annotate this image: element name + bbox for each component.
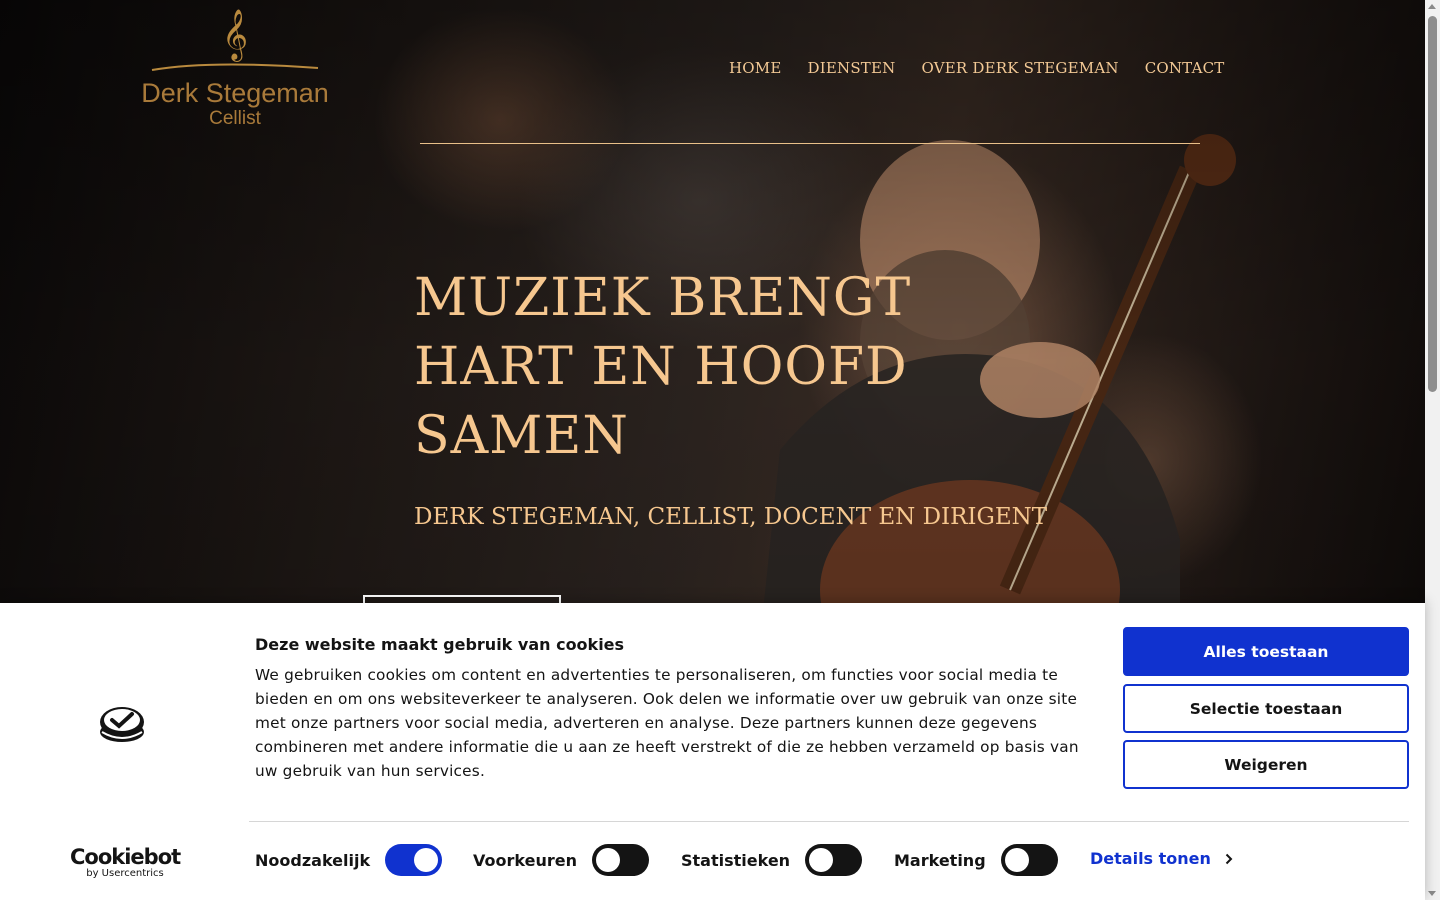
deny-button[interactable]: Weigeren: [1123, 740, 1409, 789]
switch-knob: [414, 848, 439, 872]
switch-knob: [809, 848, 834, 872]
toggle-label-marketing: Marketing: [894, 850, 986, 870]
cookie-title: Deze website maakt gebruik van cookies: [255, 635, 625, 654]
voorkeuren-switch[interactable]: [591, 844, 649, 876]
cookiebot-brand-name: Cookiebot: [70, 845, 181, 869]
logo-swoosh: [151, 63, 319, 71]
cookie-description: We gebruiken cookies om content en adver…: [255, 666, 1079, 780]
details-link[interactable]: Details tonen: [1090, 849, 1233, 868]
nav-contact[interactable]: CONTACT: [1132, 58, 1238, 78]
nav-home[interactable]: HOME: [716, 58, 795, 78]
cookiebot-logo-icon: [100, 707, 144, 742]
toggle-statistieken: Statistieken: [681, 844, 863, 876]
details-link-label: Details tonen: [1090, 849, 1211, 868]
cookie-consent-banner: Deze website maakt gebruik van cookies W…: [0, 603, 1425, 900]
nav-divider: [420, 143, 1200, 144]
toggle-voorkeuren: Voorkeuren: [473, 844, 649, 876]
hero-subheadline: DERK STEGEMAN, CELLIST, DOCENT EN DIRIGE…: [414, 504, 1048, 530]
allow-selection-button[interactable]: Selectie toestaan: [1123, 684, 1409, 733]
scroll-up-arrow-icon[interactable]: [1428, 4, 1436, 9]
logo-name: Derk Stegeman: [141, 78, 329, 108]
cookiebot-brand[interactable]: Cookiebot by Usercentrics: [70, 845, 181, 880]
nav-over-derk-stegeman[interactable]: OVER DERK STEGEMAN: [908, 58, 1131, 78]
hero-headline: MUZIEK BRENGT HART EN HOOFD SAMEN: [414, 268, 912, 466]
toggle-label-noodzakelijk: Noodzakelijk: [255, 850, 371, 870]
scrollbar-thumb[interactable]: [1428, 16, 1437, 392]
toggle-noodzakelijk: Noodzakelijk: [255, 844, 443, 876]
cookie-divider: [249, 821, 1409, 822]
switch-knob: [595, 848, 620, 872]
page-scrollbar[interactable]: [1425, 0, 1440, 900]
toggle-marketing: Marketing: [894, 844, 1058, 876]
toggle-label-statistieken: Statistieken: [681, 850, 791, 870]
cookiebot-brand-by: by Usercentrics: [86, 868, 164, 879]
toggle-label-voorkeuren: Voorkeuren: [473, 850, 577, 870]
switch-knob: [1004, 848, 1029, 872]
statistieken-switch[interactable]: [805, 844, 863, 876]
chevron-right-icon: [1225, 853, 1233, 864]
scroll-down-arrow-icon[interactable]: [1428, 891, 1436, 896]
main-navigation: HOME DIENSTEN OVER DERK STEGEMAN CONTACT: [716, 58, 1238, 78]
logo-subtitle: Cellist: [209, 108, 261, 129]
noodzakelijk-switch[interactable]: [385, 844, 443, 876]
marketing-switch[interactable]: [1000, 844, 1058, 876]
allow-all-button[interactable]: Alles toestaan: [1123, 627, 1409, 676]
treble-clef-icon: 𝄞: [221, 9, 248, 60]
nav-diensten[interactable]: DIENSTEN: [795, 58, 909, 78]
site-logo[interactable]: 𝄞 Derk Stegeman Cellist: [130, 10, 340, 150]
